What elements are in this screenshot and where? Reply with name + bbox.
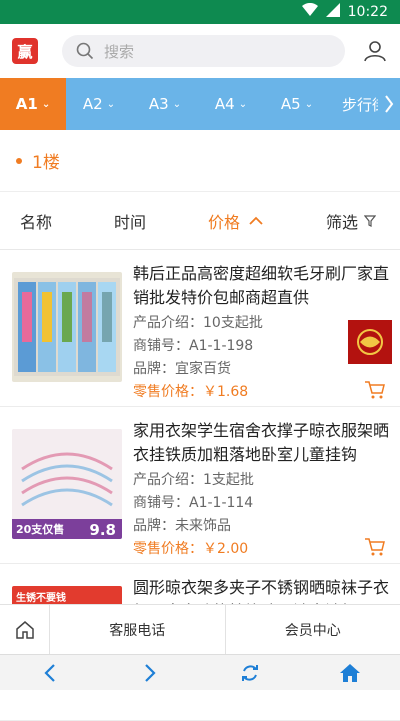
tab-a1[interactable]: A1⌄: [0, 78, 66, 130]
home-nav-button[interactable]: [330, 655, 370, 691]
product-brand: 品牌：未来饰品: [133, 515, 231, 535]
home-icon: [339, 663, 361, 683]
home-button[interactable]: [0, 605, 50, 654]
product-item[interactable]: 20支仅售 9.8 家用衣架学生宿舍衣撑子晾衣服架晒衣挂铁质加粗落地卧室儿童挂钩…: [0, 407, 400, 564]
status-bar: 10:22: [0, 0, 400, 24]
thumb-badge: 20支仅售: [16, 521, 64, 537]
product-image[interactable]: 20支仅售 9.8: [12, 429, 122, 539]
area-tabs: A1⌄ A2⌄ A3⌄ A4⌄ A5⌄ 步行街: [0, 78, 400, 130]
product-item[interactable]: 韩后正品高密度超细软毛牙刷厂家直销批发特价包邮商超直供 产品介绍：10支起批 商…: [0, 250, 400, 407]
back-button[interactable]: [30, 655, 70, 691]
chevron-down-icon: ⌄: [42, 99, 50, 110]
search-placeholder: 搜索: [104, 41, 134, 62]
sort-by-name[interactable]: 名称: [20, 209, 52, 233]
chevron-right-icon: [384, 94, 394, 114]
tab-a3[interactable]: A3⌄: [132, 78, 198, 130]
product-price: 零售价格：￥2.00: [133, 538, 248, 558]
chevron-down-icon: ⌄: [107, 99, 115, 110]
search-input[interactable]: 搜索: [62, 35, 345, 67]
app-logo[interactable]: 赢: [12, 38, 38, 64]
cart-icon[interactable]: [364, 537, 386, 557]
floor-selector[interactable]: 1楼: [0, 130, 400, 192]
product-title[interactable]: 家用衣架学生宿舍衣撑子晾衣服架晒衣挂铁质加粗落地卧室儿童挂钩: [133, 419, 393, 467]
product-intro: 产品介绍：1支起批: [133, 469, 254, 489]
filter-icon: [364, 215, 376, 227]
refresh-icon: [240, 663, 260, 683]
home-icon: [15, 620, 35, 640]
tab-a2[interactable]: A2⌄: [66, 78, 132, 130]
user-icon[interactable]: [363, 39, 387, 63]
sort-by-time[interactable]: 时间: [114, 209, 146, 233]
chevron-left-icon: [44, 663, 56, 683]
sort-bar: 名称 时间 价格 筛选: [0, 192, 400, 250]
floor-label: 1楼: [32, 148, 60, 173]
bottom-nav: 客服电话 会员中心: [0, 604, 400, 654]
wifi-icon: [302, 3, 318, 21]
chevron-down-icon: ⌄: [173, 99, 181, 110]
tab-a4[interactable]: A4⌄: [198, 78, 264, 130]
product-intro: 产品介绍：10支起批: [133, 312, 263, 332]
customer-service-phone-button[interactable]: 客服电话: [50, 605, 226, 654]
chevron-down-icon: ⌄: [305, 99, 313, 110]
browser-toolbar: [0, 654, 400, 690]
product-shop-number: 商铺号：A1-1-198: [133, 335, 253, 355]
filter-button[interactable]: 筛选: [326, 209, 376, 233]
product-brand: 品牌：宜家百货: [133, 358, 231, 378]
chevron-up-icon: [248, 216, 264, 226]
cart-icon[interactable]: [364, 380, 386, 400]
forward-button[interactable]: [130, 655, 170, 691]
refresh-button[interactable]: [230, 655, 270, 691]
signal-icon: [326, 3, 340, 21]
search-icon: [76, 42, 94, 60]
product-shop-number: 商铺号：A1-1-114: [133, 492, 253, 512]
status-time: 10:22: [348, 4, 388, 20]
product-image[interactable]: [12, 272, 122, 382]
thumb-badge: 生锈不要钱: [16, 589, 66, 604]
tab-a5[interactable]: A5⌄: [264, 78, 330, 130]
thumb-price: 9.8: [89, 521, 116, 539]
shop-logo[interactable]: [348, 320, 392, 364]
member-center-button[interactable]: 会员中心: [226, 605, 400, 654]
chevron-down-icon: ⌄: [239, 99, 247, 110]
tabs-scroll-right-button[interactable]: [378, 78, 400, 130]
chevron-right-icon: [144, 663, 156, 683]
header: 赢 搜索: [0, 24, 400, 78]
sort-by-price[interactable]: 价格: [208, 209, 264, 233]
product-price: 零售价格：￥1.68: [133, 381, 248, 401]
bullet-icon: [16, 158, 22, 164]
product-title[interactable]: 韩后正品高密度超细软毛牙刷厂家直销批发特价包邮商超直供: [133, 262, 393, 310]
